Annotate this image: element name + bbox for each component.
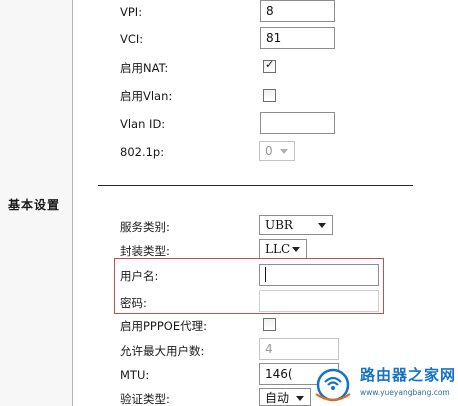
priority-select[interactable]: 0 <box>259 141 295 161</box>
pppoe-proxy-label: 启用PPPOE代理: <box>120 319 207 333</box>
sidebar-divider <box>72 0 73 406</box>
priority-label: 802.1p: <box>120 145 165 159</box>
mtu-label: MTU: <box>120 368 150 382</box>
max-users-input[interactable]: 4 <box>259 338 339 360</box>
router-logo-icon <box>315 368 351 402</box>
encap-select[interactable]: LLC <box>259 239 307 259</box>
username-input[interactable] <box>259 264 379 286</box>
vci-input[interactable]: 81 <box>260 27 335 49</box>
vlan-checkbox[interactable] <box>263 89 276 102</box>
max-users-label: 允许最大用户数: <box>120 344 205 358</box>
service-type-label: 服务类别: <box>120 220 170 234</box>
auth-type-label: 验证类型: <box>120 392 170 406</box>
section-divider <box>98 185 413 186</box>
auth-type-select[interactable]: 自动 <box>259 388 311 406</box>
watermark-url: www.yueyangbang.com <box>360 388 450 397</box>
vlan-id-input[interactable] <box>260 112 335 134</box>
priority-value: 0 <box>265 144 273 158</box>
encap-value: LLC <box>265 242 291 256</box>
nat-label: 启用NAT: <box>120 61 169 75</box>
section-title: 基本设置 <box>8 198 61 212</box>
password-input[interactable] <box>259 290 379 312</box>
chevron-down-icon <box>318 223 326 228</box>
vlan-label: 启用Vlan: <box>120 89 173 103</box>
password-label: 密码: <box>120 296 147 310</box>
vci-label: VCI: <box>120 32 144 46</box>
text-caret <box>265 267 266 282</box>
service-type-value: UBR <box>265 218 293 232</box>
auth-type-value: 自动 <box>265 391 290 405</box>
chevron-down-icon <box>280 149 288 154</box>
vpi-input[interactable]: 8 <box>260 0 335 22</box>
service-type-select[interactable]: UBR <box>259 215 333 235</box>
chevron-down-icon <box>296 396 304 401</box>
check-icon: ✓ <box>265 58 275 71</box>
chevron-down-icon <box>292 247 300 252</box>
nat-checkbox[interactable]: ✓ <box>263 58 276 73</box>
vlan-id-label: Vlan ID: <box>120 117 166 131</box>
encap-label: 封装类型: <box>120 244 170 258</box>
pppoe-proxy-checkbox[interactable] <box>263 318 276 331</box>
vpi-label: VPI: <box>120 5 143 19</box>
username-label: 用户名: <box>120 269 159 283</box>
watermark-title: 路由器之家网 <box>360 366 457 384</box>
site-watermark: 路由器之家网 www.yueyangbang.com <box>312 360 458 406</box>
